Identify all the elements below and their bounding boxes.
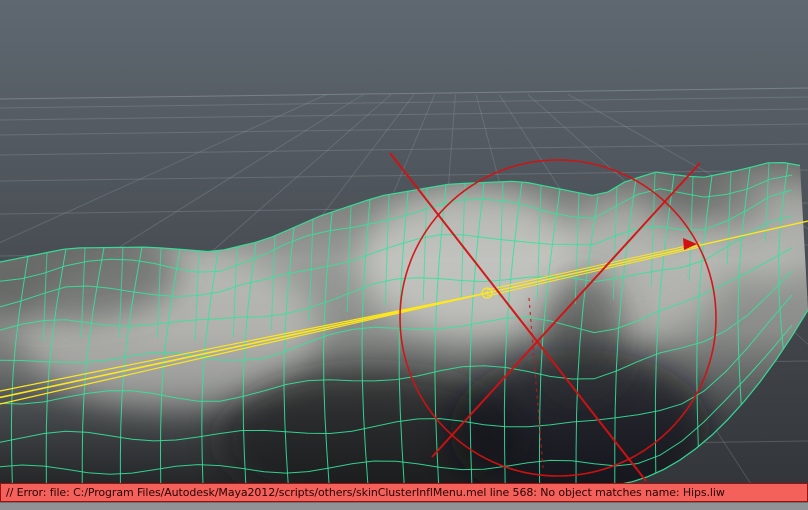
viewport-panel[interactable] [0, 0, 808, 483]
error-message: // Error: file: C:/Program Files/Autodes… [6, 486, 725, 499]
command-feedback-bar: // Error: file: C:/Program Files/Autodes… [0, 483, 808, 502]
maya-window: // Error: file: C:/Program Files/Autodes… [0, 0, 808, 510]
window-bottom-strip [0, 502, 808, 510]
viewport-canvas[interactable] [0, 0, 808, 483]
